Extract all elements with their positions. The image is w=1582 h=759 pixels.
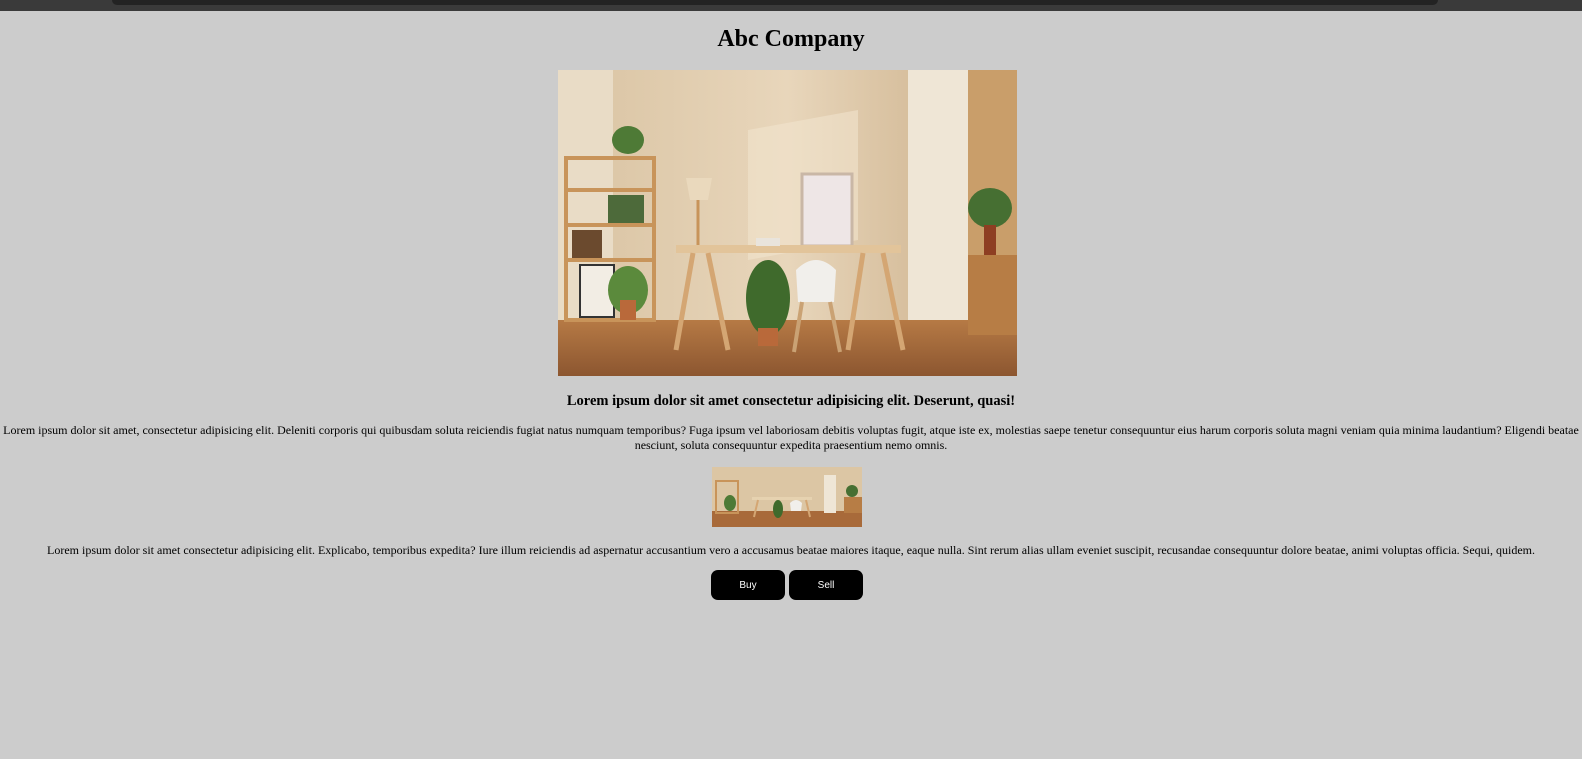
action-buttons: Buy Sell	[711, 570, 863, 600]
page-title: Abc Company	[717, 26, 865, 52]
secondary-paragraph: Lorem ipsum dolor sit amet consectetur a…	[47, 543, 1535, 557]
intro-paragraph: Lorem ipsum dolor sit amet, consectetur …	[3, 423, 1579, 452]
office-room-panorama-photo-icon	[712, 467, 862, 527]
browser-top-bar	[0, 0, 1582, 11]
headline: Lorem ipsum dolor sit amet consectetur a…	[566, 393, 1016, 409]
browser-top-bar-inner	[112, 0, 1438, 5]
sell-button[interactable]: Sell	[789, 570, 863, 600]
hero-image	[558, 70, 1017, 376]
thumbnail-image	[712, 467, 862, 527]
buy-button[interactable]: Buy	[711, 570, 785, 600]
office-room-photo-icon	[558, 70, 1017, 376]
